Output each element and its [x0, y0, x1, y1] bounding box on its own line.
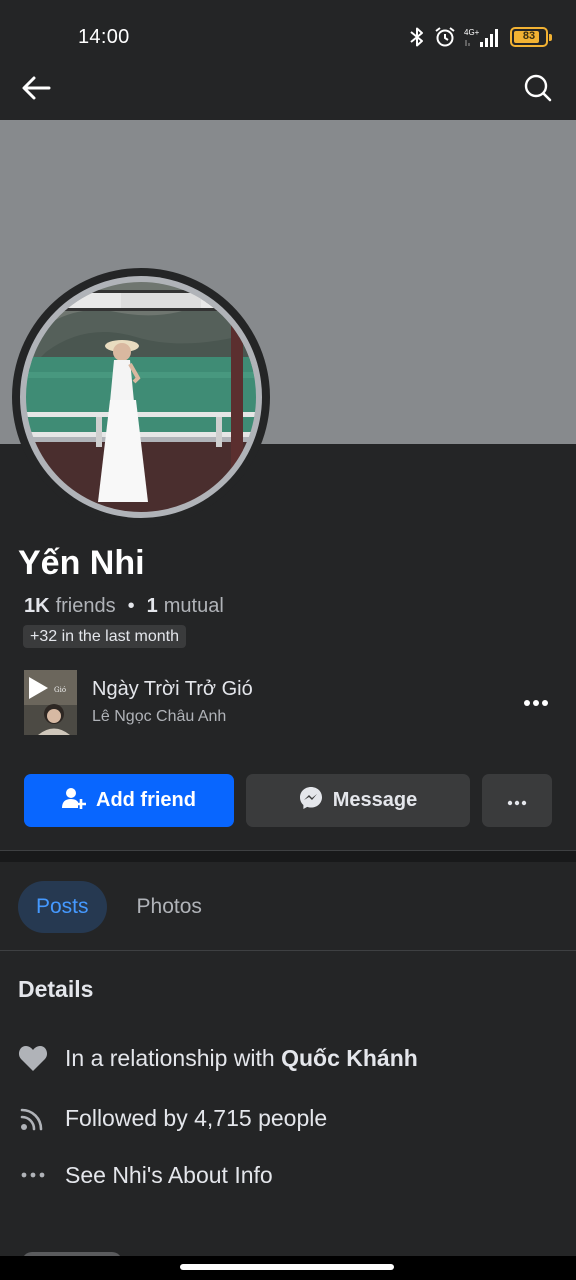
about-info-row[interactable]: See Nhi's About Info — [18, 1157, 558, 1193]
tabs-divider — [0, 950, 576, 951]
tab-posts[interactable]: Posts — [18, 881, 107, 933]
relationship-prefix: In a relationship with — [65, 1044, 275, 1071]
heart-icon — [18, 1043, 48, 1073]
battery-icon: 83 — [510, 27, 552, 47]
details-heading: Details — [18, 976, 94, 1002]
profile-tabs: Posts Photos — [18, 880, 220, 934]
top-nav — [0, 70, 576, 120]
add-user-icon — [62, 786, 86, 816]
profile-screen: 14:00 4G+ 83 Yến Nhi 1K friends • 1 mutu… — [0, 0, 576, 1280]
svg-text:Gió: Gió — [54, 686, 66, 694]
music-more-button[interactable] — [518, 688, 554, 718]
friend-growth-badge: +32 in the last month — [23, 625, 186, 648]
home-indicator[interactable] — [180, 1264, 394, 1270]
alarm-icon — [434, 26, 456, 48]
network-label: 4G+ — [464, 28, 480, 37]
status-bar: 14:00 4G+ 83 — [0, 0, 576, 70]
about-info-link[interactable]: See Nhi's About Info — [65, 1162, 273, 1189]
bluetooth-icon — [408, 26, 426, 48]
section-divider — [0, 850, 576, 862]
friend-stats[interactable]: 1K friends • 1 mutual — [24, 595, 224, 618]
profile-name: Yến Nhi — [18, 544, 145, 582]
relationship-partner[interactable]: Quốc Khánh — [281, 1045, 418, 1071]
mutual-label: mutual — [163, 595, 224, 617]
play-icon[interactable] — [26, 675, 50, 706]
signal-icon: 4G+ — [464, 26, 502, 48]
more-horizontal-icon — [523, 694, 549, 712]
avatar — [26, 282, 256, 512]
search-icon — [523, 73, 553, 108]
song-title: Ngày Trời Trở Gió — [92, 678, 253, 700]
add-friend-label: Add friend — [96, 789, 196, 811]
tab-photos[interactable]: Photos — [119, 881, 220, 933]
album-art: Gió — [24, 670, 77, 735]
search-button[interactable] — [518, 72, 558, 108]
profile-picture[interactable] — [12, 268, 270, 526]
followers-row: Followed by 4,715 people — [18, 1100, 558, 1136]
arrow-left-icon — [20, 74, 52, 107]
messenger-icon — [299, 786, 323, 816]
more-horizontal-icon — [507, 789, 527, 812]
message-label: Message — [332, 789, 418, 811]
add-friend-button[interactable]: Add friend — [24, 774, 234, 827]
mutual-count: 1 — [146, 595, 158, 617]
followers-text: Followed by 4,715 people — [65, 1104, 328, 1131]
friends-label: friends — [55, 595, 116, 617]
relationship-text: In a relationship with Quốc Khánh — [65, 1045, 418, 1072]
message-button[interactable]: Message — [246, 774, 470, 827]
rss-feed-icon — [18, 1103, 48, 1133]
profile-music[interactable]: Gió Ngày Trời Trở Gió Lê Ngọc Châu Anh — [24, 670, 554, 736]
battery-level: 83 — [522, 30, 536, 42]
relationship-row: In a relationship with Quốc Khánh — [18, 1040, 558, 1076]
back-button[interactable] — [14, 72, 58, 108]
friends-count: 1K — [24, 595, 50, 617]
more-actions-button[interactable] — [482, 774, 552, 827]
more-horizontal-icon — [18, 1160, 48, 1190]
status-time: 14:00 — [78, 26, 130, 48]
song-artist: Lê Ngọc Châu Anh — [92, 708, 227, 725]
separator-dot: • — [127, 595, 135, 617]
profile-actions: Add friend Message — [24, 774, 552, 827]
status-icons: 4G+ 83 — [408, 24, 552, 50]
